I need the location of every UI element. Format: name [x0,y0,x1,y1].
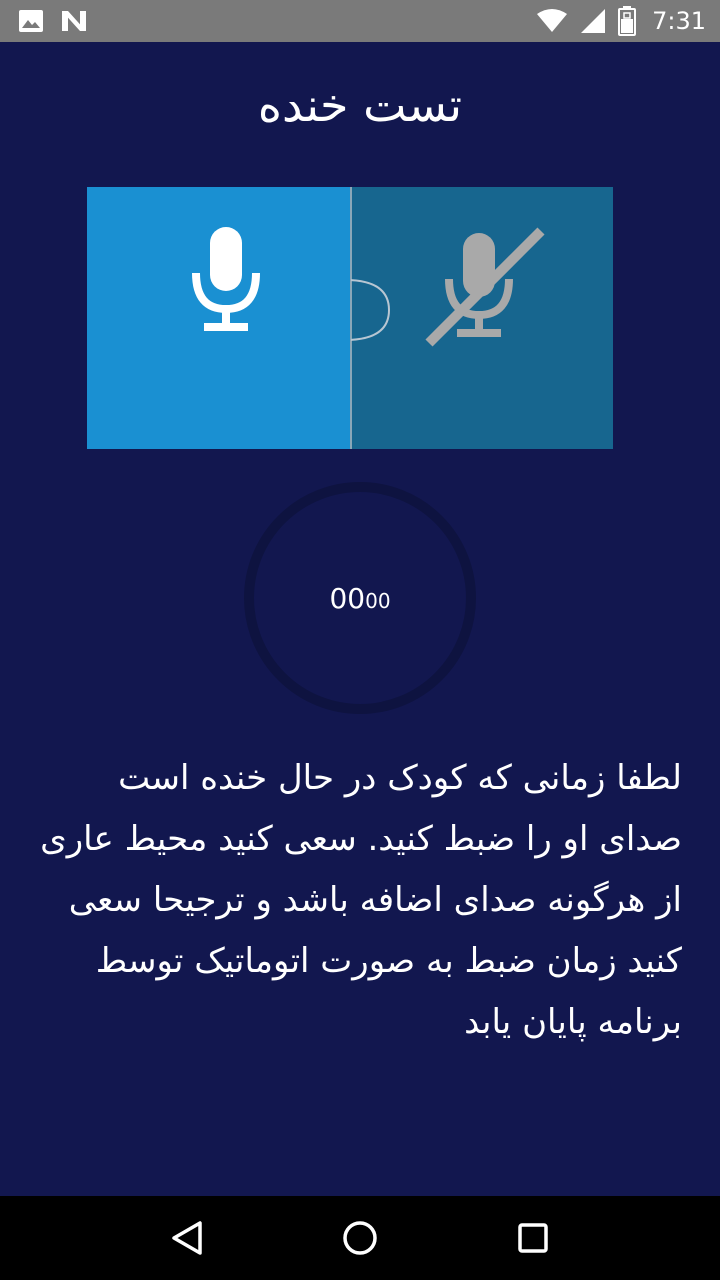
nav-home-button[interactable] [330,1208,390,1268]
back-icon [171,1221,202,1255]
battery-icon [618,6,637,36]
status-left [18,9,88,33]
mic-toggle[interactable] [87,187,613,449]
home-icon [343,1221,377,1255]
microphone-icon [192,227,260,331]
recents-icon [518,1223,549,1253]
signal-icon [581,9,606,33]
status-time: 7:31 [652,7,706,35]
instructions-text: لطفا زمانی که کودک در حال خنده است صدای … [40,758,682,1042]
timer-display: 00 00 [243,481,477,715]
image-icon [19,10,43,32]
nav-recents-button[interactable] [503,1208,563,1268]
nav-back-button[interactable] [157,1208,217,1268]
nav-bar [0,1196,720,1280]
wifi-icon [537,9,568,32]
page-title: تست خنده [257,78,463,132]
microphone-off-icon [425,227,545,347]
status-right: 7:31 [536,6,706,36]
n-notification-icon [62,11,86,31]
toggle-knob[interactable] [351,279,391,341]
status-bar: 7:31 [0,0,720,42]
timer-hundredths: 00 [365,589,391,613]
timer-seconds: 00 [329,581,366,615]
